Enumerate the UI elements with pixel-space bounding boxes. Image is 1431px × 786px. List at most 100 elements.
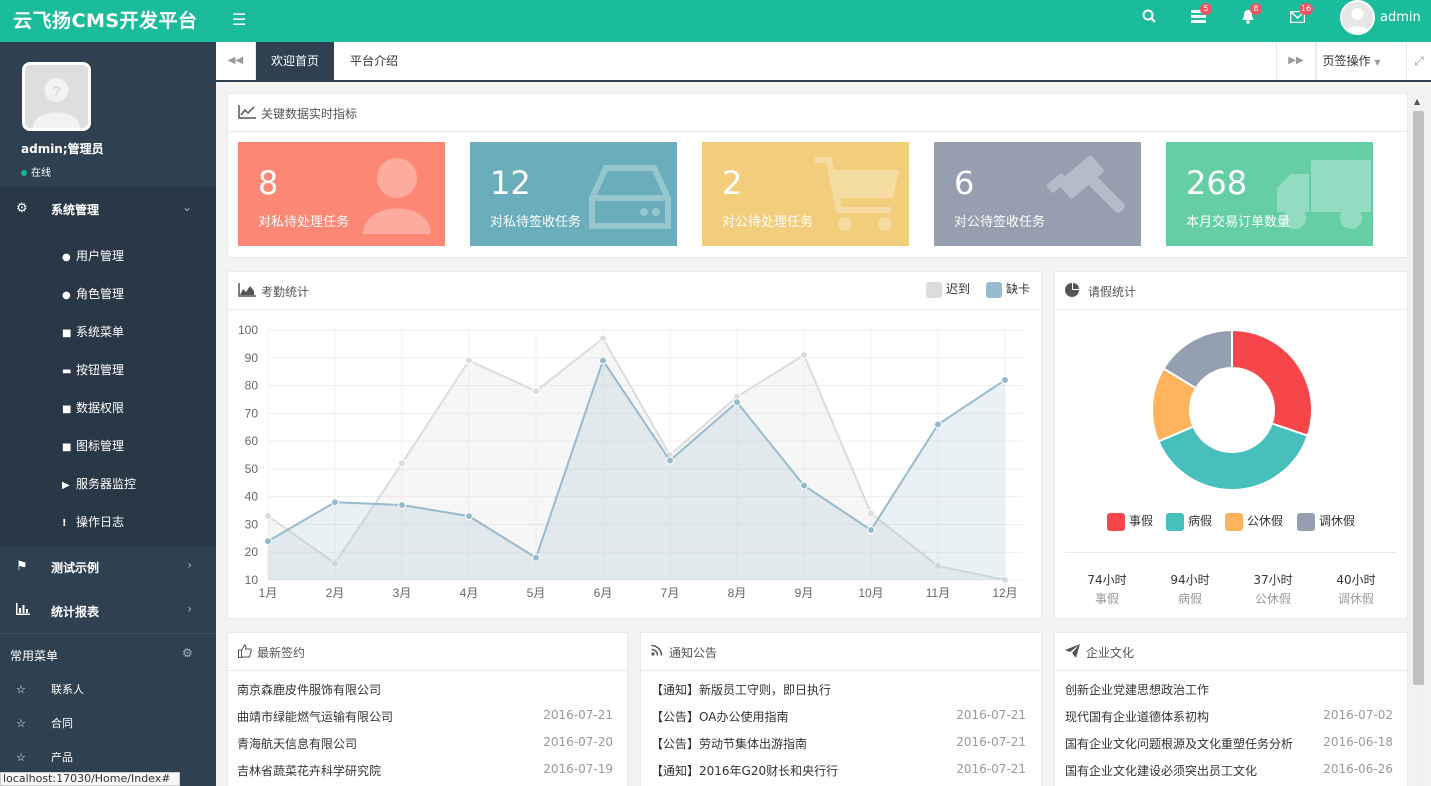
sidebar-group-reports[interactable]: 统计报表 › [0, 589, 216, 633]
envelope-icon[interactable]: 16 [1289, 3, 1314, 27]
sidebar-item-server-monitor[interactable]: ▶ 服务器监控 [62, 475, 136, 495]
system-submenu: ● 用户管理 ● 角色管理 ■ 系统菜单 ▬ 按钮管理 ■ 数据权限 ■ 图标管理 ▶ 服务器… [0, 231, 216, 546]
leave-stat-sick: 94小时 病假 [1148, 571, 1232, 607]
kpi-card-public-sign[interactable]: 6 对公待签收任务 [934, 142, 1141, 246]
sidebar-item-data-permission[interactable]: ■ 数据权限 [62, 399, 124, 419]
data-point[interactable] [599, 356, 607, 365]
profile-name[interactable]: admin;管理员 [21, 140, 104, 157]
data-point[interactable] [264, 537, 272, 546]
list-item[interactable]: 【公告】OA办公使用指南 2016-07-21 [651, 708, 1026, 728]
list-item-date: 2016-06-18 [1323, 735, 1393, 749]
sidebar-group-demo[interactable]: ⚑ 测试示例 › [0, 545, 216, 589]
leave-stat-value: 74小时 [1087, 573, 1127, 587]
sidebar-item-menus[interactable]: ■ 系统菜单 [62, 323, 124, 343]
list-item[interactable]: 青海航天信息有限公司 2016-07-20 [237, 735, 613, 755]
kpi-value: 6 [954, 164, 975, 202]
y-tick-label: 90 [245, 351, 259, 365]
list-item[interactable]: 【公告】劳动节集体出游指南 2016-07-21 [651, 735, 1026, 755]
list-item[interactable]: 国有企业文化问题根源及文化重塑任务分析 2016-06-18 [1065, 735, 1393, 755]
data-point[interactable] [331, 498, 339, 507]
data-point[interactable] [733, 398, 741, 407]
sidebar-item-icons[interactable]: ■ 图标管理 [62, 437, 124, 457]
panel-header: 考勤统计 [228, 272, 1041, 310]
kpi-card-private-todo[interactable]: 8 对私待处理任务 [238, 142, 445, 246]
list-item[interactable]: 南京森鹿皮件服饰有限公司 [237, 681, 613, 701]
tab-ops-label: 页签操作 [1322, 54, 1371, 68]
tab-scroll-left-icon[interactable]: ◀◀ [216, 42, 256, 80]
data-point[interactable] [666, 456, 674, 465]
menu-toggle-icon[interactable]: ☰ [232, 10, 246, 29]
panel-title: 请假统计 [1088, 285, 1137, 299]
data-point[interactable] [800, 351, 808, 359]
fullscreen-icon[interactable]: ⤢ [1406, 42, 1431, 80]
alerts-badge: 8 [1250, 3, 1262, 15]
list-item[interactable]: 【通知】新版员工守则，即日执行 [651, 681, 1026, 701]
leave-stat-personal: 74小时 事假 [1065, 571, 1149, 607]
gear-icon[interactable]: ⚙ [182, 646, 193, 660]
kpi-card-public-todo[interactable]: 2 对公待处理任务 [702, 142, 909, 246]
avatar[interactable] [1340, 0, 1375, 35]
tab-scroll-right-icon[interactable]: ▶▶ [1276, 42, 1316, 80]
legend-swatch [1107, 512, 1125, 531]
chevron-right-icon: › [187, 558, 192, 572]
y-tick-label: 50 [245, 462, 259, 476]
sidebar-item-roles[interactable]: ● 角色管理 [62, 285, 124, 305]
y-tick-label: 100 [238, 323, 258, 337]
tasks-icon[interactable]: 5 [1191, 3, 1212, 27]
data-point[interactable] [934, 420, 942, 429]
common-item-products[interactable]: ☆ 产品 [16, 749, 73, 765]
data-point[interactable] [867, 509, 875, 518]
list-item[interactable]: 国有企业文化建设必须突出员工文化 2016-06-26 [1065, 762, 1393, 782]
tab-ops-dropdown[interactable]: 页签操作 ▼ [1316, 42, 1386, 80]
data-point[interactable] [465, 512, 473, 521]
data-point[interactable] [867, 526, 875, 534]
bell-icon[interactable]: 8 [1241, 3, 1262, 28]
list-item-title: 青海航天信息有限公司 [237, 737, 358, 751]
sidebar-group-system[interactable]: ⚙ 系统管理 ⌄ [0, 187, 216, 231]
list-item-title: 【通知】2016年G20财长和央行行 [651, 764, 839, 778]
list-item[interactable]: 【通知】2016年G20财长和央行行 2016-07-21 [651, 762, 1026, 782]
data-point[interactable] [800, 481, 808, 490]
sidebar-item-logs[interactable]: ! 操作日志 [62, 513, 124, 533]
kpi-card-monthly-orders[interactable]: 268 本月交易订单数量 [1166, 142, 1373, 246]
kpi-card-private-sign[interactable]: 12 对私待签收任务 [470, 142, 677, 246]
scroll-up-icon[interactable]: ▲ [1414, 97, 1420, 106]
sidebar-item-label: 图标管理 [76, 439, 125, 453]
common-item-contacts[interactable]: ☆ 联系人 [16, 681, 84, 697]
list-item-title: 【公告】劳动节集体出游指南 [651, 737, 808, 751]
profile-status-text: 在线 [31, 168, 51, 179]
scrollbar-thumb[interactable] [1413, 111, 1424, 685]
sidebar-item-users[interactable]: ● 用户管理 [62, 247, 124, 267]
content-scrollbar[interactable]: ▲ [1411, 93, 1426, 786]
list-item-date: 2016-07-20 [543, 735, 613, 749]
tab-intro[interactable]: 平台介绍 [335, 42, 413, 80]
list-item[interactable]: 曲靖市绿能燃气运输有限公司 2016-07-21 [237, 708, 613, 728]
data-point[interactable] [532, 387, 540, 396]
search-icon[interactable] [1142, 9, 1156, 27]
list-item[interactable]: 创新企业党建思想政治工作 [1065, 681, 1393, 701]
list-item[interactable]: 吉林省蔬菜花卉科学研究院 2016-07-19 [237, 762, 613, 782]
y-tick-label: 70 [245, 406, 259, 420]
legend-item-personal: 事假 [1107, 512, 1153, 531]
sidebar-item-buttons[interactable]: ▬ 按钮管理 [62, 361, 124, 381]
data-point[interactable] [532, 553, 540, 562]
kpi-label: 对公待签收任务 [954, 215, 1046, 230]
data-point[interactable] [264, 512, 272, 521]
data-point[interactable] [599, 334, 607, 343]
pie-slice[interactable] [1157, 422, 1310, 491]
series-area [268, 360, 1005, 580]
list-item-title: 国有企业文化问题根源及文化重塑任务分析 [1065, 737, 1294, 751]
x-tick-label: 2月 [326, 586, 345, 600]
top-username[interactable]: admin [1380, 10, 1421, 25]
data-point[interactable] [465, 356, 473, 365]
pie-slice[interactable] [1231, 328, 1313, 437]
list-item[interactable]: 现代国有企业道德体系初构 2016-07-02 [1065, 708, 1393, 728]
tab-welcome[interactable]: 欢迎首页 [256, 42, 335, 80]
cogs-icon: ⚙ [16, 201, 28, 216]
data-point[interactable] [398, 459, 406, 468]
data-point[interactable] [1001, 376, 1009, 384]
profile-avatar[interactable]: ? [22, 62, 91, 131]
common-item-contracts[interactable]: ☆ 合同 [16, 715, 73, 731]
data-point[interactable] [398, 501, 406, 509]
star-icon: ☆ [16, 683, 26, 696]
